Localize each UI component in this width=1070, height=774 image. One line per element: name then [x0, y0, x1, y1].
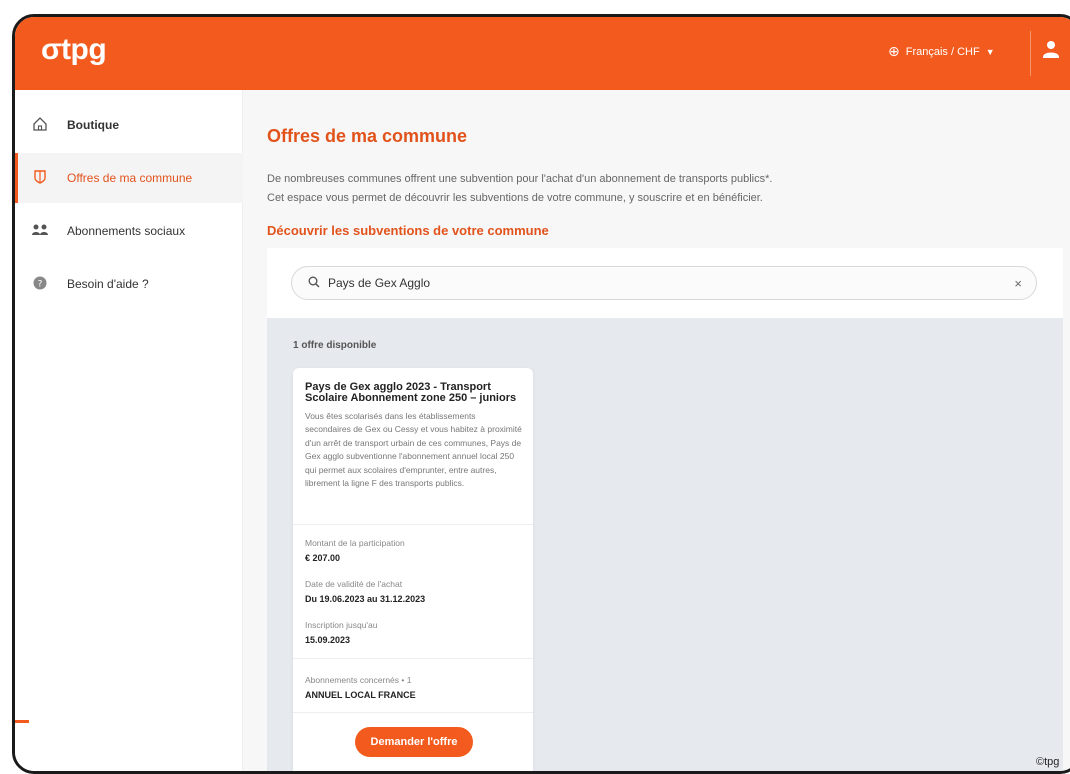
app-frame: σtpg ⊕ Français / CHF ▼ Boutique Offres … [12, 14, 1070, 774]
validity-label: Date de validité de l'achat [305, 579, 403, 589]
search-icon [308, 276, 320, 291]
home-icon [29, 116, 51, 134]
results-count: 1 offre disponible [293, 340, 377, 351]
sidebar: Boutique Offres de ma commune Abonnement… [15, 90, 243, 771]
sidebar-item-label: Boutique [67, 118, 119, 132]
user-icon[interactable] [1042, 39, 1064, 67]
section-title: Découvrir les subventions de votre commu… [267, 223, 549, 238]
globe-icon: ⊕ [888, 43, 900, 59]
svg-text:?: ? [38, 279, 43, 289]
card-divider [293, 524, 533, 525]
page-title: Offres de ma commune [267, 126, 468, 146]
search-panel: Pays de Gex Agglo × [267, 248, 1063, 318]
intro-text: De nombreuses communes offrent une subve… [267, 170, 967, 208]
offer-description: Vous êtes scolarisés dans les établissem… [305, 411, 522, 489]
sidebar-item-label: Abonnements sociaux [67, 224, 186, 238]
sidebar-item-boutique[interactable]: Boutique [15, 100, 243, 150]
search-value: Pays de Gex Agglo [328, 276, 431, 290]
card-divider [293, 712, 533, 713]
validity-value: Du 19.06.2023 au 31.12.2023 [305, 594, 426, 604]
people-icon [29, 223, 51, 240]
caret-down-icon: ▼ [985, 46, 995, 57]
subscriptions-label: Abonnements concernés • 1 [305, 675, 412, 685]
tpg-logo[interactable]: σtpg [41, 33, 107, 67]
sidebar-item-label: Offres de ma commune [67, 171, 193, 185]
decorative-orange-line [15, 720, 29, 723]
amount-label: Montant de la participation [305, 538, 405, 548]
top-header: σtpg ⊕ Français / CHF ▼ [15, 17, 1070, 90]
offer-title: Pays de Gex agglo 2023 - Transport Scola… [305, 381, 517, 404]
help-icon: ? [29, 276, 51, 293]
results-panel: 1 offre disponible Pays de Gex agglo 202… [267, 318, 1063, 771]
request-offer-button[interactable]: Demander l'offre [355, 727, 473, 757]
copyright-text: ©tpg [1036, 756, 1060, 768]
header-divider [1030, 31, 1031, 76]
sidebar-item-abonnements-sociaux[interactable]: Abonnements sociaux [15, 206, 243, 256]
language-label: Français / CHF [905, 45, 980, 58]
registration-label: Inscription jusqu'au [305, 620, 378, 630]
language-selector[interactable]: ⊕ Français / CHF ▼ [888, 43, 995, 60]
user-glyph [1043, 41, 1059, 58]
amount-value: € 207.00 [305, 553, 341, 563]
registration-value: 15.09.2023 [305, 635, 351, 645]
sidebar-item-aide[interactable]: ? Besoin d'aide ? [15, 259, 243, 309]
card-divider [293, 658, 533, 659]
sidebar-item-offres[interactable]: Offres de ma commune [15, 153, 243, 203]
sidebar-item-label: Besoin d'aide ? [67, 277, 149, 291]
search-input[interactable]: Pays de Gex Agglo × [291, 266, 1037, 300]
offer-card: Pays de Gex agglo 2023 - Transport Scola… [293, 368, 533, 771]
intro-line-1: De nombreuses communes offrent une subve… [267, 173, 773, 185]
intro-line-2: Cet espace vous permet de découvrir les … [267, 192, 763, 204]
subscriptions-value: ANNUEL LOCAL FRANCE [305, 690, 416, 700]
clear-icon[interactable]: × [1014, 276, 1022, 291]
main-content: Offres de ma commune De nombreuses commu… [243, 90, 1070, 771]
shield-icon [29, 169, 51, 187]
